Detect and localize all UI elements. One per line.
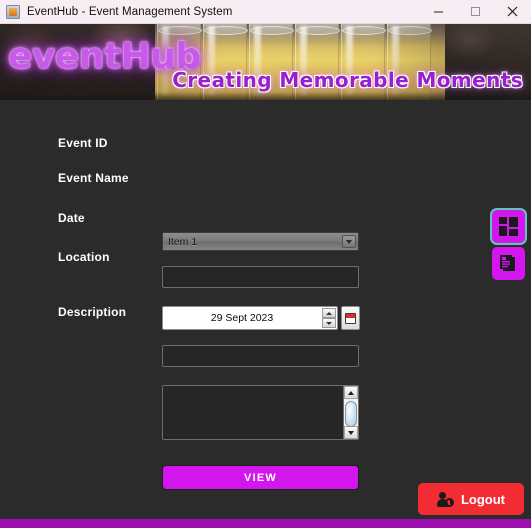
app-icon	[6, 4, 20, 19]
description-textarea[interactable]	[162, 385, 359, 440]
main-panel: Event ID Item 1 Event Name Date 29 Sept …	[0, 100, 531, 520]
calendar-picker-button[interactable]	[341, 306, 360, 330]
report-button[interactable]	[492, 247, 525, 280]
window-controls	[420, 0, 531, 24]
event-name-input[interactable]	[162, 266, 359, 288]
label-event-id: Event ID	[58, 136, 108, 150]
view-button[interactable]: VIEW	[162, 465, 359, 490]
tagline: Creating Memorable Moments	[172, 68, 523, 92]
label-date: Date	[58, 211, 85, 225]
user-logout-icon	[436, 491, 454, 507]
date-stepper[interactable]	[322, 308, 336, 328]
logout-label: Logout	[460, 491, 506, 507]
scroll-down-icon[interactable]	[344, 426, 358, 439]
dashboard-grid-icon	[499, 217, 518, 236]
label-event-name: Event Name	[58, 171, 129, 185]
scrollbar-track[interactable]	[344, 399, 358, 427]
location-input[interactable]	[162, 345, 359, 367]
description-scrollbar[interactable]	[343, 386, 358, 439]
event-id-combobox[interactable]: Item 1	[162, 232, 359, 251]
minimize-button[interactable]	[420, 0, 457, 24]
title-bar: EventHub - Event Management System	[0, 0, 531, 24]
maximize-button[interactable]	[457, 0, 494, 24]
date-stepper-down[interactable]	[322, 318, 336, 328]
chevron-down-icon[interactable]	[342, 235, 356, 248]
bottom-accent-strip	[0, 519, 531, 528]
calendar-icon	[345, 312, 356, 324]
application-window: EventHub - Event Management System event…	[0, 0, 531, 528]
scrollbar-thumb[interactable]	[345, 401, 357, 427]
date-stepper-up[interactable]	[322, 308, 336, 318]
label-description: Description	[58, 305, 127, 319]
document-report-icon	[500, 255, 515, 271]
header-banner: eventHub Creating Memorable Moments	[0, 24, 531, 100]
date-input[interactable]: 29 Sept 2023	[162, 306, 338, 330]
dashboard-button[interactable]	[492, 210, 525, 243]
event-id-value: Item 1	[168, 235, 198, 248]
close-button[interactable]	[494, 0, 531, 24]
description-text[interactable]	[163, 386, 343, 439]
scroll-up-icon[interactable]	[344, 386, 358, 399]
logout-button[interactable]: Logout	[418, 483, 524, 515]
label-location: Location	[58, 250, 110, 264]
date-value: 29 Sept 2023	[210, 312, 274, 324]
window-title: EventHub - Event Management System	[27, 5, 233, 18]
